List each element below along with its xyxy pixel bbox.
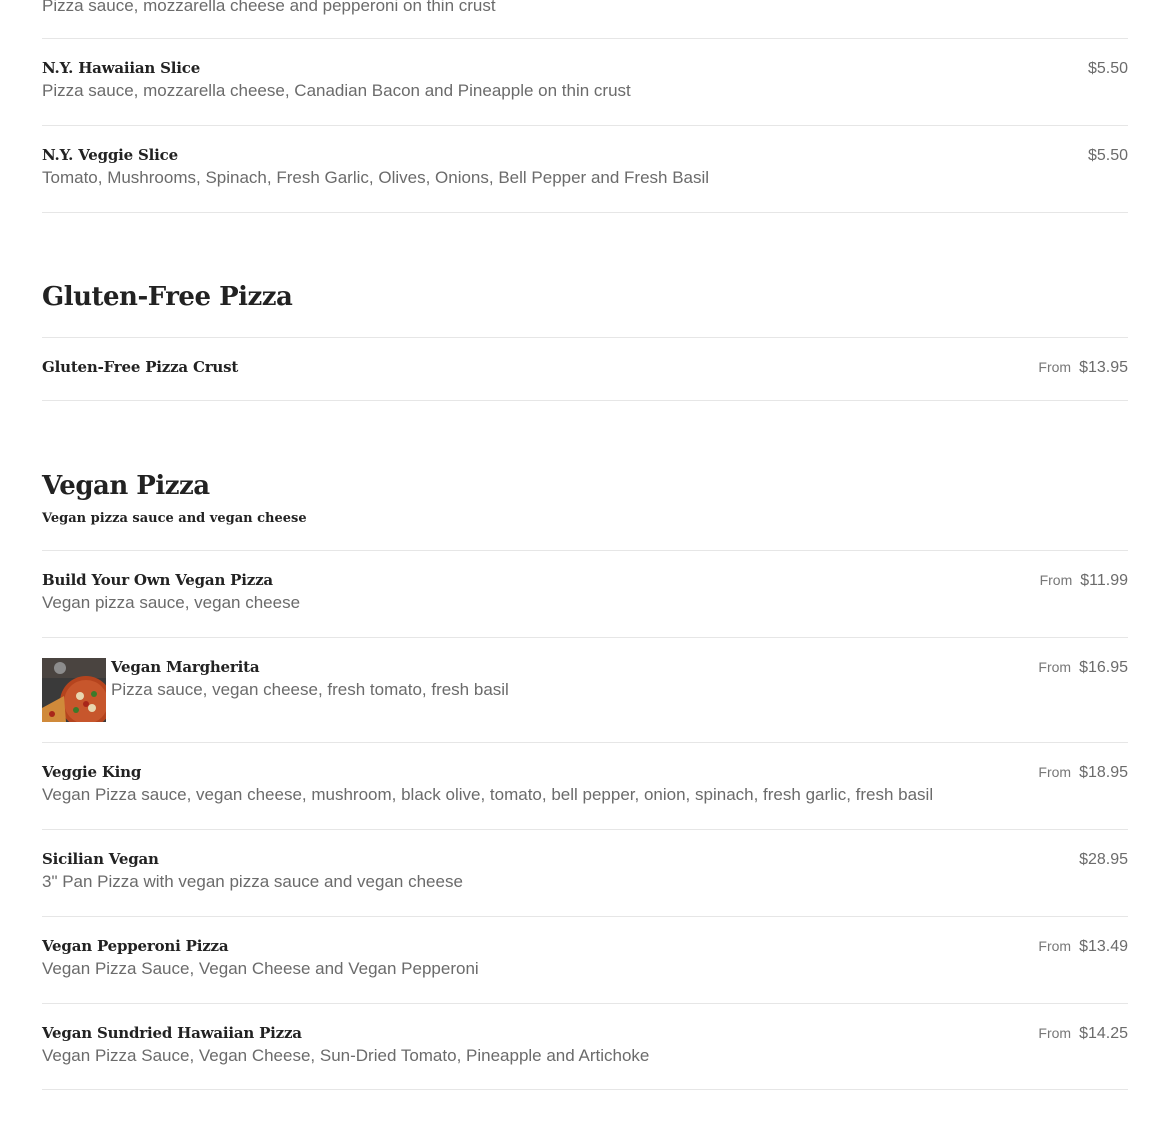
item-name: N.Y. Hawaiian Slice: [42, 59, 201, 77]
menu-item[interactable]: Sicilian Vegan 3" Pan Pizza with vegan p…: [42, 830, 1128, 917]
price-value: $5.50: [1087, 60, 1128, 77]
item-name: N.Y. Veggie Slice: [42, 146, 178, 164]
menu-item[interactable]: Gluten-Free Pizza Crust From $13.95: [42, 338, 1128, 401]
price-value: $13.95: [1079, 359, 1128, 376]
price-value: $5.50: [1087, 147, 1128, 164]
item-price: $5.50: [1088, 147, 1128, 165]
item-price: From $13.49: [1038, 938, 1128, 956]
item-name: Build Your Own Vegan Pizza: [42, 571, 273, 589]
section-title: Vegan Pizza: [42, 471, 210, 501]
item-description: 3" Pan Pizza with vegan pizza sauce and …: [42, 872, 463, 891]
item-description: Vegan Pizza Sauce, Vegan Cheese and Vega…: [42, 959, 479, 978]
menu-item[interactable]: Vegan Margherita Pizza sauce, vegan chee…: [42, 638, 1128, 743]
menu-item[interactable]: Vegan Sundried Hawaiian Pizza Vegan Pizz…: [42, 1004, 1128, 1090]
item-thumbnail-image[interactable]: [42, 658, 106, 722]
price-from-label: From: [1038, 938, 1072, 954]
item-price: From $14.25: [1038, 1025, 1128, 1043]
item-description: Pizza sauce, mozzarella cheese, Canadian…: [42, 81, 631, 100]
item-description: Pizza sauce, vegan cheese, fresh tomato,…: [111, 680, 509, 699]
menu-item[interactable]: Pizza sauce, mozzarella cheese and peppe…: [42, 0, 1128, 39]
price-value: $14.25: [1079, 1025, 1128, 1042]
item-name: Vegan Sundried Hawaiian Pizza: [42, 1024, 302, 1042]
item-price: From $18.95: [1038, 764, 1128, 782]
item-description: Pizza sauce, mozzarella cheese and peppe…: [42, 0, 496, 15]
menu-item[interactable]: Vegan Pepperoni Pizza Vegan Pizza Sauce,…: [42, 917, 1128, 1004]
price-from-label: From: [1038, 1025, 1072, 1041]
price-value: $13.49: [1079, 938, 1128, 955]
section-header: Vegan Pizza Vegan pizza sauce and vegan …: [42, 401, 1128, 551]
item-description: Tomato, Mushrooms, Spinach, Fresh Garlic…: [42, 168, 710, 187]
price-from-label: From: [1038, 764, 1072, 780]
price-from-label: From: [1038, 659, 1072, 675]
item-name: Veggie King: [42, 763, 142, 781]
price-value: $28.95: [1079, 851, 1128, 868]
section-title: Gluten-Free Pizza: [42, 282, 293, 312]
price-from-label: From: [1038, 359, 1072, 375]
item-description: Vegan pizza sauce, vegan cheese: [42, 593, 301, 612]
item-price: From $16.95: [1038, 659, 1128, 677]
item-price: From $11.99: [1040, 572, 1128, 590]
item-price: $5.50: [1088, 60, 1128, 78]
price-from-label: From: [1039, 572, 1073, 588]
menu-item[interactable]: N.Y. Hawaiian Slice Pizza sauce, mozzare…: [42, 39, 1128, 126]
item-name: Vegan Pepperoni Pizza: [42, 937, 229, 955]
price-value: $18.95: [1079, 764, 1128, 781]
menu-item[interactable]: Build Your Own Vegan Pizza Vegan pizza s…: [42, 551, 1128, 638]
menu-item[interactable]: N.Y. Veggie Slice Tomato, Mushrooms, Spi…: [42, 126, 1128, 213]
menu-item[interactable]: Veggie King Vegan Pizza sauce, vegan che…: [42, 743, 1128, 830]
item-description: Vegan Pizza sauce, vegan cheese, mushroo…: [42, 785, 934, 804]
section-subtitle: Vegan pizza sauce and vegan cheese: [42, 511, 307, 526]
item-price: From $13.95: [1038, 359, 1128, 377]
menu-list: Pizza sauce, mozzarella cheese and peppe…: [42, 0, 1128, 1090]
price-value: $16.95: [1079, 659, 1128, 676]
price-value: $11.99: [1080, 572, 1128, 589]
item-name: Gluten-Free Pizza Crust: [42, 358, 239, 376]
section-header: Gluten-Free Pizza: [42, 213, 1128, 338]
item-name: Sicilian Vegan: [42, 850, 159, 868]
item-price: $28.95: [1079, 851, 1128, 869]
item-description: Vegan Pizza Sauce, Vegan Cheese, Sun-Dri…: [42, 1046, 650, 1065]
item-name: Vegan Margherita: [111, 658, 260, 676]
